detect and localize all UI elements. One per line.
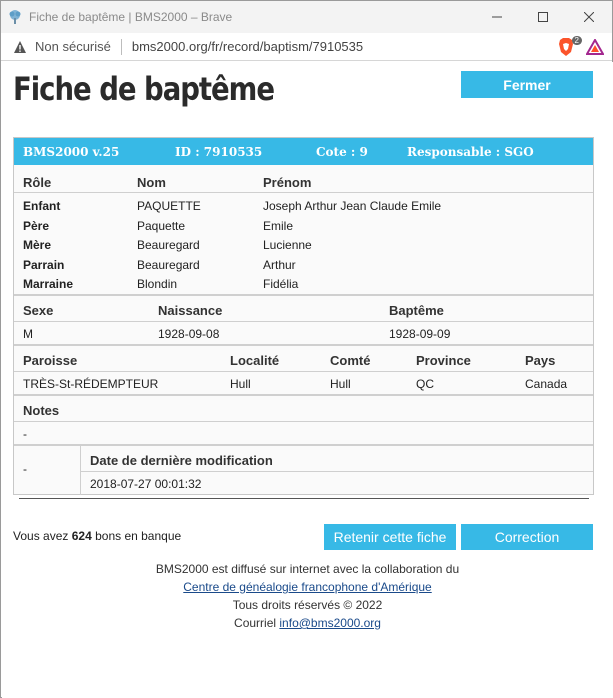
nom-cell: Blondin (137, 277, 178, 291)
divider (14, 444, 593, 446)
window-title: Fiche de baptême | BMS2000 – Brave (29, 10, 233, 24)
divider (14, 192, 593, 193)
localite-value: Hull (230, 377, 251, 391)
bms-tree-icon (9, 10, 21, 24)
email-link[interactable]: info@bms2000.org (279, 616, 381, 630)
role-cell: Parrain (23, 258, 65, 272)
maximize-button[interactable] (520, 1, 566, 33)
url-field[interactable]: bms2000.org/fr/record/baptism/7910535 (132, 39, 558, 54)
bank-count: 624 (71, 529, 92, 543)
header-role: Rôle (23, 175, 52, 190)
close-button[interactable]: Fermer (461, 71, 593, 98)
role-cell: Marraine (23, 277, 74, 291)
bank-suffix: bons en banque (95, 529, 182, 543)
divider (14, 394, 593, 396)
bottom-rule (19, 498, 589, 499)
paroisse-value: TRÈS-St-RÉDEMPTEUR (23, 377, 159, 391)
cote-label: Cote : 9 (316, 145, 368, 159)
province-value: QC (416, 377, 434, 391)
footer: BMS2000 est diffusé sur internet avec la… (2, 560, 613, 632)
prenom-cell: Arthur (263, 258, 296, 272)
comte-value: Hull (330, 377, 351, 391)
brave-shields-button[interactable]: 2 (558, 35, 582, 56)
header-notes: Notes (23, 403, 60, 418)
bank-prefix: Vous avez (13, 529, 69, 543)
header-province: Province (416, 353, 471, 368)
notes-value: - (23, 427, 27, 441)
divider (14, 321, 593, 322)
extension-icons: 2 (558, 35, 604, 56)
correction-button[interactable]: Correction (461, 524, 593, 550)
minimize-button[interactable] (474, 1, 520, 33)
header-prenom: Prénom (263, 175, 312, 190)
bapteme-value: 1928-09-09 (389, 327, 451, 341)
modification-date: 2018-07-27 00:01:32 (90, 477, 202, 491)
prenom-cell: Joseph Arthur Jean Claude Emile (263, 199, 442, 213)
contact-line: Courriel info@bms2000.org (2, 614, 613, 632)
cgfa-link[interactable]: Centre de généalogie francophone d'Améri… (183, 580, 431, 594)
prenom-cell: Fidélia (263, 277, 299, 291)
record-card: BMS2000 v.25 ID : 7910535 Cote : 9 Respo… (13, 137, 594, 495)
browser-window: Fiche de baptême | BMS2000 – Brave Non s… (0, 0, 613, 698)
shields-count-badge: 2 (571, 35, 582, 45)
brave-rewards-icon[interactable] (586, 38, 604, 55)
maximize-icon (538, 12, 548, 22)
keep-record-button[interactable]: Retenir cette fiche (324, 524, 456, 550)
title-bar: Fiche de baptême | BMS2000 – Brave (1, 1, 612, 33)
warning-icon (14, 40, 26, 53)
role-cell: Père (23, 219, 50, 233)
header-localite: Localité (230, 353, 280, 368)
naissance-value: 1928-09-08 (158, 327, 220, 341)
sexe-value: M (23, 327, 33, 341)
header-nom: Nom (137, 175, 166, 190)
nom-cell: Beauregard (137, 258, 200, 272)
role-cell: Mère (23, 238, 52, 252)
address-bar[interactable]: Non sécurisé bms2000.org/fr/record/bapti… (1, 33, 612, 61)
nom-cell: PAQUETTE (137, 199, 201, 213)
page-content: Fiche de baptême Fermer BMS2000 v.25 ID … (2, 62, 613, 698)
header-bapteme: Baptême (389, 303, 444, 318)
prenom-cell: Emile (263, 219, 294, 233)
mod-left-value: - (23, 462, 27, 476)
record-header: BMS2000 v.25 ID : 7910535 Cote : 9 Respo… (14, 138, 593, 165)
role-cell: Enfant (23, 199, 61, 213)
page-title: Fiche de baptême (13, 70, 275, 108)
pays-value: Canada (525, 377, 568, 391)
record-id: ID : 7910535 (175, 145, 263, 159)
divider (14, 371, 593, 372)
security-status[interactable]: Non sécurisé (35, 39, 111, 54)
prenom-cell: Lucienne (263, 238, 312, 252)
responsable-label: Responsable : SGO (407, 145, 534, 159)
email-label: Courriel (234, 616, 277, 630)
bank-balance: Vous avez 624 bons en banque (13, 529, 181, 543)
minimize-icon (492, 16, 502, 18)
header-sexe: Sexe (23, 303, 54, 318)
close-window-button[interactable] (566, 1, 612, 33)
header-pays: Pays (525, 353, 556, 368)
divider (14, 294, 593, 296)
nom-cell: Beauregard (137, 238, 200, 252)
header-modification: Date de dernière modification (90, 453, 273, 468)
footer-line: BMS2000 est diffusé sur internet avec la… (155, 562, 460, 576)
address-separator (120, 38, 122, 55)
header-paroisse: Paroisse (23, 353, 78, 368)
header-naissance: Naissance (158, 303, 223, 318)
close-icon (584, 12, 594, 22)
copyright: Tous droits réservés © 2022 (232, 598, 383, 612)
divider (14, 421, 593, 422)
divider (14, 344, 593, 346)
divider (81, 471, 593, 472)
nom-cell: Paquette (137, 219, 186, 233)
header-comte: Comté (330, 353, 371, 368)
version-label: BMS2000 v.25 (23, 145, 120, 159)
